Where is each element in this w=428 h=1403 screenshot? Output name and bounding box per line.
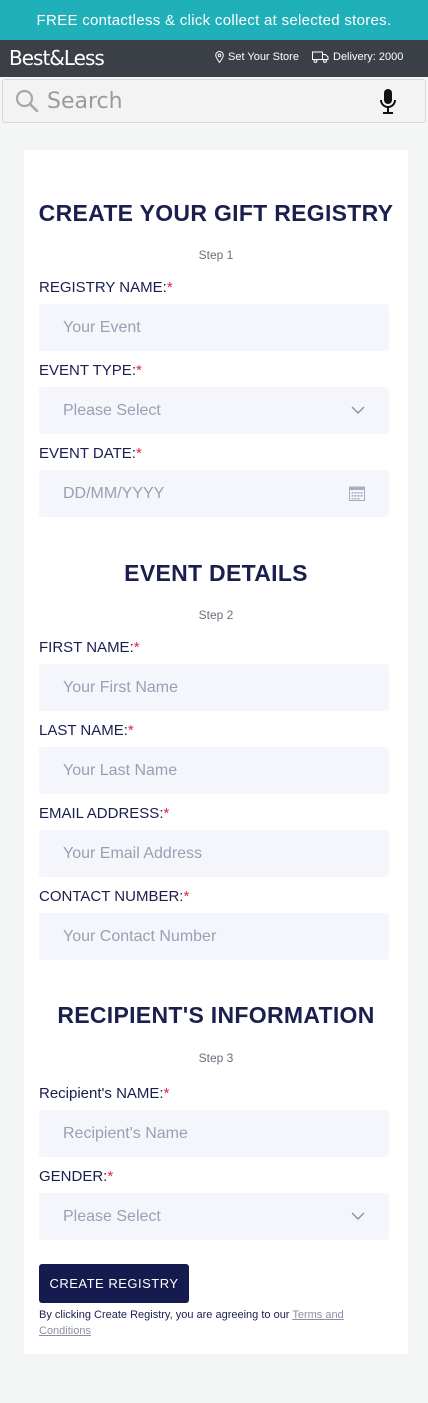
last-name-label: LAST NAME:* [39,722,134,739]
first-name-input[interactable] [39,664,389,711]
email-input[interactable] [39,830,389,877]
email-field[interactable] [39,830,389,877]
create-registry-button[interactable]: CREATE REGISTRY [39,1264,189,1303]
set-store-label: Set Your Store [228,51,299,63]
step-1-label: Step 1 [198,248,234,262]
site-header: Best&Less Set Your Store Delivery: 2000 [0,40,428,77]
recipient-name-input[interactable] [39,1110,389,1157]
create-registry-title: CREATE YOUR GIFT REGISTRY [38,200,394,226]
email-label: EMAIL ADDRESS:* [39,805,170,822]
promo-text: FREE contactless & click collect at sele… [36,11,392,29]
event-date-input[interactable] [39,470,389,517]
event-details-title: EVENT DETAILS [124,560,308,586]
first-name-field[interactable] [39,664,389,711]
gender-value: Please Select [63,1207,161,1225]
terms-notice: By clicking Create Registry, you are agr… [39,1307,379,1339]
event-date-field[interactable] [39,470,389,517]
registry-name-input[interactable] [39,304,389,351]
event-type-label: EVENT TYPE:* [39,362,142,379]
search-input[interactable] [47,86,367,116]
event-type-select[interactable]: Please Select [39,387,389,434]
search-icon[interactable] [15,89,39,113]
recipient-info-title: RECIPIENT'S INFORMATION [57,1002,375,1028]
microphone-icon[interactable] [379,88,397,116]
registry-name-field[interactable] [39,304,389,351]
chevron-down-icon [351,406,365,414]
contact-number-label: CONTACT NUMBER:* [39,888,190,905]
contact-number-input[interactable] [39,913,389,960]
event-date-label: EVENT DATE:* [39,445,142,462]
recipient-name-field[interactable] [39,1110,389,1157]
delivery-link[interactable]: Delivery: 2000 [312,51,403,63]
recipient-name-label: Recipient's NAME:* [39,1085,170,1102]
step-2-label: Step 2 [198,608,234,622]
event-type-value: Please Select [63,401,161,419]
search-bar [2,79,426,123]
gender-label: GENDER:* [39,1168,114,1185]
registry-name-label: REGISTRY NAME:* [39,279,173,296]
step-3-label: Step 3 [198,1051,234,1065]
chevron-down-icon [351,1212,365,1220]
contact-number-field[interactable] [39,913,389,960]
truck-icon [312,51,329,63]
promo-banner: FREE contactless & click collect at sele… [0,0,428,40]
set-store-link[interactable]: Set Your Store [215,51,299,63]
first-name-label: FIRST NAME:* [39,639,140,656]
gender-select[interactable]: Please Select [39,1193,389,1240]
logo[interactable]: Best&Less [9,46,105,70]
last-name-input[interactable] [39,747,389,794]
registry-form: CREATE YOUR GIFT REGISTRY Step 1 REGISTR… [24,150,408,1354]
terms-text: By clicking Create Registry, you are agr… [39,1309,293,1321]
map-pin-icon [215,51,224,63]
last-name-field[interactable] [39,747,389,794]
delivery-label: Delivery: 2000 [333,51,404,63]
calendar-icon[interactable] [349,485,365,501]
